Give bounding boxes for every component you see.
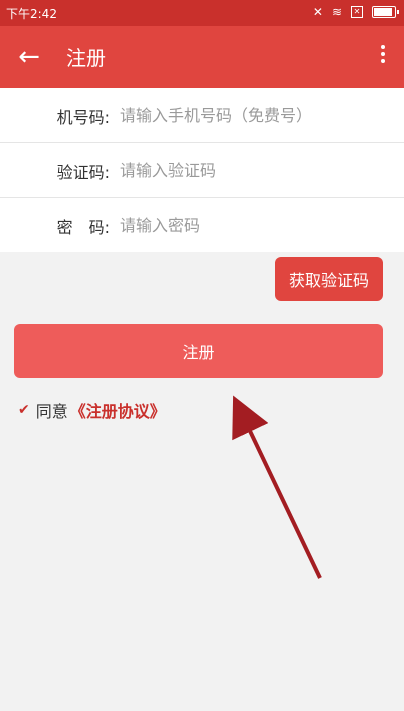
phone-row: 机号码: — [0, 88, 404, 143]
app-bar: ← 注册 — [0, 26, 404, 88]
status-bar: 下午2:42 ✕ ≋ ✕ — [0, 0, 404, 26]
register-form: 机号码: 验证码: 密 码: — [0, 88, 404, 252]
agreement-row[interactable]: ✔ 同意 《注册协议》 — [18, 398, 166, 422]
checkmark-icon[interactable]: ✔ — [18, 402, 30, 418]
password-label: 密 码: — [56, 218, 110, 237]
get-code-button[interactable]: 获取验证码 — [275, 257, 383, 301]
code-row: 验证码: — [0, 143, 404, 198]
more-vert-icon[interactable] — [378, 42, 388, 72]
back-arrow-icon[interactable]: ← — [12, 40, 46, 74]
phone-input[interactable] — [120, 98, 390, 132]
password-input[interactable] — [120, 208, 390, 242]
wifi-icon: ≋ — [331, 5, 342, 19]
code-input[interactable] — [120, 153, 390, 187]
password-row: 密 码: — [0, 198, 404, 252]
code-label: 验证码: — [56, 163, 110, 182]
battery-icon — [372, 6, 399, 18]
mute-icon: ✕ — [312, 5, 323, 19]
agreement-link[interactable]: 《注册协议》 — [70, 398, 166, 422]
status-time: 下午2:42 — [6, 7, 57, 21]
status-icons: ✕ ≋ ✕ — [312, 5, 399, 19]
page-title: 注册 — [66, 46, 106, 70]
phone-label: 机号码: — [56, 108, 110, 127]
register-button[interactable]: 注册 — [14, 324, 383, 378]
agreement-prefix: 同意 — [35, 402, 68, 421]
sim-icon: ✕ — [351, 6, 363, 18]
